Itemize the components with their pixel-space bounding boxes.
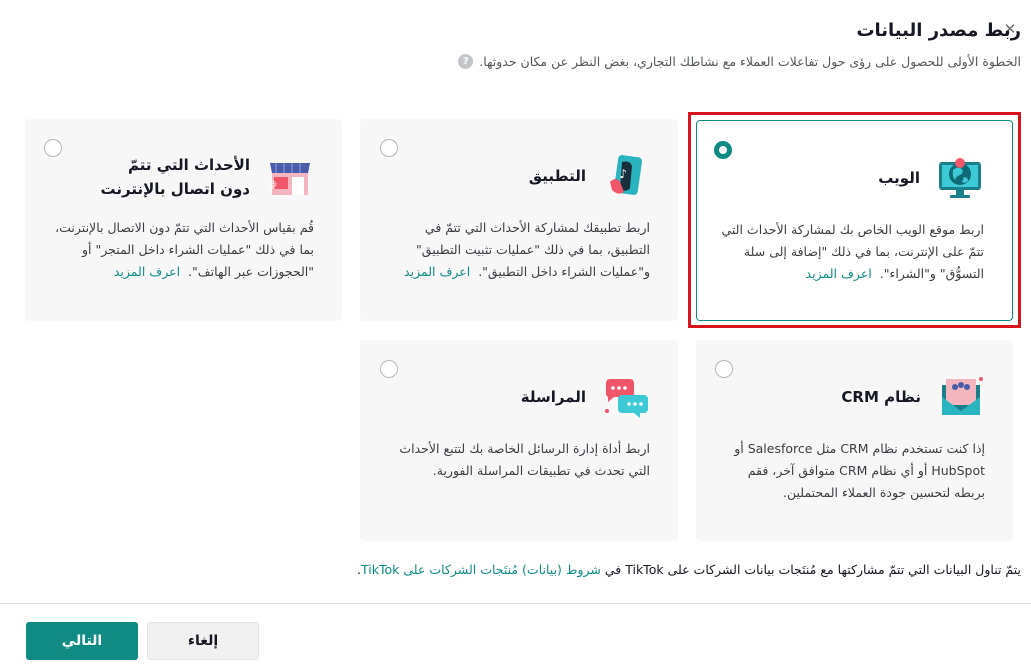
card-desc-app: اربط تطبيقك لمشاركة الأحداث التي تتمّ في… — [382, 217, 650, 283]
footer-divider — [0, 603, 1031, 604]
learn-more-web-link[interactable]: اعرف المزيد — [806, 266, 872, 281]
card-header-crm: نظام CRM — [841, 373, 985, 421]
card-header-web: الويب — [878, 154, 984, 202]
source-card-offline[interactable]: @ الأحداث التي تتمّ دون اتصال بالإنترنت … — [25, 119, 342, 321]
next-button[interactable]: التالي — [26, 622, 138, 660]
card-header-app: ♪ التطبيق — [529, 152, 650, 200]
card-title-crm: نظام CRM — [841, 388, 921, 406]
crm-envelope-icon — [942, 377, 983, 415]
dialog-subtitle: الخطوة الأولى للحصول على رؤى حول تفاعلات… — [458, 54, 1021, 69]
card-title-messaging: المراسلة — [520, 388, 586, 406]
terms-link[interactable]: شروط (بيانات) مُنتَجات الشركات على TikTo… — [361, 562, 601, 577]
card-desc-web: اربط موقع الويب الخاص بك لمشاركة الأحداث… — [719, 219, 984, 285]
dialog-title: ربط مصدر البيانات — [856, 20, 1021, 41]
card-desc-crm: إذا كنت تستخدم نظام CRM مثل Salesforce أ… — [734, 441, 985, 500]
store-icon: @ — [268, 163, 310, 195]
terms-note: يتمّ تناول البيانات التي تتمّ مشاركتها م… — [357, 562, 1021, 577]
radio-messaging[interactable] — [380, 360, 398, 378]
learn-more-offline-link[interactable]: اعرف المزيد — [114, 264, 180, 279]
svg-text:@: @ — [268, 180, 277, 190]
svg-text:♪: ♪ — [619, 167, 627, 181]
source-card-app[interactable]: ♪ التطبيق اربط تطبيقك لمشاركة الأحداث ال… — [360, 119, 678, 321]
chat-bubbles-icon — [605, 379, 648, 418]
globe-monitor-icon — [939, 158, 981, 198]
terms-note-text: يتمّ تناول البيانات التي تتمّ مشاركتها م… — [600, 562, 1021, 577]
learn-more-app-link[interactable]: اعرف المزيد — [404, 264, 470, 279]
source-card-messaging[interactable]: المراسلة اربط أداة إدارة الرسائل الخاصة … — [360, 340, 678, 541]
card-header-messaging: المراسلة — [521, 373, 650, 421]
card-title-offline: الأحداث التي تتمّ دون اتصال بالإنترنت — [100, 156, 250, 198]
phone-app-icon: ♪ — [610, 155, 643, 195]
radio-app[interactable] — [380, 139, 398, 157]
source-card-web[interactable]: الويب اربط موقع الويب الخاص بك لمشاركة ا… — [696, 120, 1013, 321]
card-desc-offline: قُم بقياس الأحداث التي تتمّ دون الاتصال … — [47, 217, 314, 283]
radio-offline[interactable] — [44, 139, 62, 157]
radio-web[interactable] — [714, 141, 732, 159]
cancel-button[interactable]: إلغاء — [147, 622, 259, 660]
source-card-crm[interactable]: نظام CRM إذا كنت تستخدم نظام CRM مثل Sal… — [696, 340, 1013, 541]
card-desc-messaging: اربط أداة إدارة الرسائل الخاصة بك لتتبع … — [399, 441, 650, 478]
subtitle-text: الخطوة الأولى للحصول على رؤى حول تفاعلات… — [479, 54, 1021, 69]
help-icon[interactable]: ? — [458, 54, 474, 69]
card-desc-text-offline: قُم بقياس الأحداث التي تتمّ دون الاتصال … — [55, 220, 314, 279]
connect-data-source-dialog: ✕ ربط مصدر البيانات الخطوة الأولى للحصول… — [0, 0, 1031, 672]
radio-crm[interactable] — [715, 360, 733, 378]
card-title-web: الويب — [878, 169, 920, 187]
card-header-offline: @ الأحداث التي تتمّ دون اتصال بالإنترنت — [100, 153, 314, 201]
card-title-app: التطبيق — [528, 167, 586, 185]
